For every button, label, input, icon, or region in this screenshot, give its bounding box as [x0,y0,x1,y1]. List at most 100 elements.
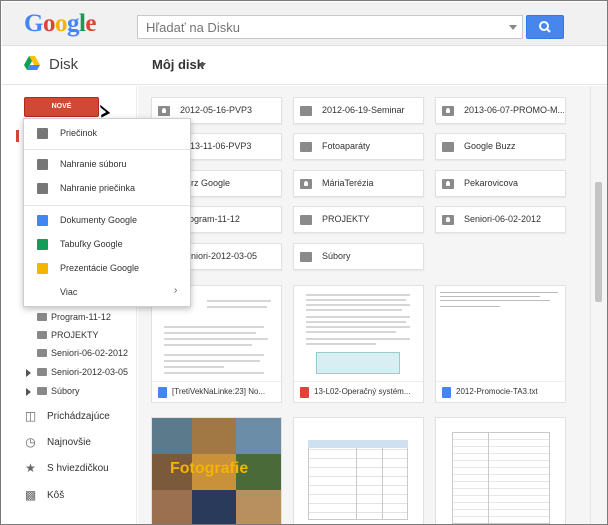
file-card[interactable]: Fotografie [151,417,282,524]
new-button[interactable]: NOVÉ [24,97,99,117]
file-card[interactable]: 2012-Promocie-TA3.txt [435,285,566,403]
sidebar-tree-label: PROJEKTY [51,330,99,340]
sidebar-item-incoming[interactable]: ◫ Prichádzajúce [2,407,137,429]
folder-name: 2012-05-16-PVP3 [180,105,253,115]
menu-item-upload-folder[interactable]: Nahranie priečinka [24,178,190,200]
folder-name: 2012-06-19-Seminar [322,105,405,115]
folder-card[interactable]: Súbory [293,243,424,270]
drive-logo-icon [24,56,40,70]
folder-card[interactable]: Pekarovicova [435,170,566,197]
sidebar-tree-item-seniori-2012[interactable]: Seniori-2012-03-05 [2,364,137,382]
folder-card[interactable]: 2012-06-19-Seminar [293,97,424,124]
file-info-bar: 13-L02-Operačný systém... [294,382,423,403]
expand-arrow-icon[interactable] [26,388,31,396]
folder-icon [442,142,454,152]
my-drive-selected-marker [16,130,19,142]
menu-item-label: Prezentácie Google [60,263,140,273]
shared-folder-icon [442,179,454,189]
menu-item-more[interactable]: Viac › [24,282,190,304]
file-thumbnail [436,286,565,382]
folder-card[interactable]: Google Buzz [435,133,566,160]
star-icon: ★ [25,461,36,475]
folder-name: Program-11-12 [180,214,240,224]
folder-name: 2013-11-06-PVP3 [180,141,252,151]
clock-icon: ◷ [25,435,36,449]
folder-card[interactable]: Seniori-06-02-2012 [435,206,566,233]
search-options-caret-icon[interactable] [509,25,517,30]
search-button[interactable] [526,15,564,39]
upload-file-icon [37,159,48,170]
menu-item-label: Viac [60,287,78,297]
search-box [137,15,523,39]
slides-icon [37,263,48,274]
my-drive-caret-icon[interactable] [198,63,206,68]
menu-item-google-sheets[interactable]: Tabuľky Google [24,234,190,256]
expand-arrow-icon[interactable] [26,369,31,377]
folder-name: MáriaTerézia [322,178,374,188]
folder-name: 2013-06-07-PROMO-M... [464,105,564,115]
top-bar: Google [2,2,607,46]
shared-folder-icon [442,106,454,116]
upload-folder-icon [37,183,48,194]
sidebar-item-trash[interactable]: ▩ Kôš [2,486,137,508]
folder-name: Kurz Google [180,178,231,188]
folder-card[interactable]: PROJEKTY [293,206,424,233]
incoming-icon: ◫ [24,409,37,423]
file-info-bar: [TretiVekNaLinke:23] No... [152,382,281,403]
folder-icon [37,331,47,339]
folder-card[interactable]: Fotoaparáty [293,133,424,160]
new-dropdown-menu: Priečinok Nahranie súboru Nahranie prieč… [23,118,191,307]
sidebar-item-starred[interactable]: ★ S hviezdičkou [2,459,137,481]
file-name: [TretiVekNaLinke:23] No... [172,387,266,396]
my-drive-breadcrumb[interactable]: Môj disk [152,57,204,72]
menu-item-google-docs[interactable]: Dokumenty Google [24,210,190,232]
google-logo[interactable]: Google [24,10,96,38]
sidebar-tree-label: Seniori-06-02-2012 [51,348,129,358]
file-info-bar: 2012-Promocie-TA3.txt [436,382,565,403]
pdf-file-icon [300,387,309,398]
sidebar-item-label: Najnovšie [47,437,91,448]
shared-folder-icon [158,106,170,116]
new-folder-icon [37,128,48,139]
scrollbar-thumb[interactable] [595,182,602,302]
sheets-icon [37,239,48,250]
menu-item-label: Tabuľky Google [60,239,123,249]
drive-window: Google Disk Môj disk NOVÉ Program-11- [0,0,608,525]
trash-icon: ▩ [24,488,37,502]
folder-card[interactable]: 2013-06-07-PROMO-M... [435,97,566,124]
file-card[interactable] [293,417,424,524]
folder-name: Fotoaparáty [322,141,371,151]
file-thumbnail [294,286,423,382]
menu-item-new-folder[interactable]: Priečinok [24,123,190,145]
menu-item-label: Nahranie priečinka [60,183,136,193]
drive-title: Disk [49,56,79,73]
folder-name: Seniori-2012-03-05 [180,251,258,261]
sidebar-item-label: Kôš [47,490,65,501]
search-input[interactable] [138,16,508,38]
menu-item-upload-file[interactable]: Nahranie súboru [24,154,190,176]
folder-icon [37,313,47,321]
file-card[interactable]: 13-L02-Operačný systém... [293,285,424,403]
file-name: 2012-Promocie-TA3.txt [456,387,538,396]
shared-folder-icon [442,215,454,225]
file-grid: 2012-05-16-PVP3 2012-06-19-Seminar 2013-… [138,86,590,524]
menu-item-google-slides[interactable]: Prezentácie Google [24,258,190,280]
sidebar-tree-item-subory[interactable]: Súbory [2,383,137,401]
sidebar-item-recent[interactable]: ◷ Najnovšie [2,433,137,455]
shared-folder-icon [37,368,47,376]
menu-item-label: Dokumenty Google [60,215,138,225]
docs-file-icon [158,387,167,398]
shared-folder-icon [300,179,312,189]
vertical-scrollbar[interactable] [590,86,607,524]
spreadsheet-thumbnail [436,418,565,524]
menu-divider [24,149,190,150]
file-card[interactable] [435,417,566,524]
sidebar-tree-item-seniori-06[interactable]: Seniori-06-02-2012 [2,345,137,363]
folder-card[interactable]: MáriaTerézia [293,170,424,197]
folder-icon [37,387,47,395]
sidebar-tree-label: Program-11-12 [51,312,111,322]
sidebar-item-label: Prichádzajúce [47,411,110,422]
folder-name: Seniori-06-02-2012 [464,214,542,224]
sidebar-tree-item-program[interactable]: Program-11-12 [2,309,137,327]
sidebar-tree-item-projekty[interactable]: PROJEKTY [2,327,137,345]
